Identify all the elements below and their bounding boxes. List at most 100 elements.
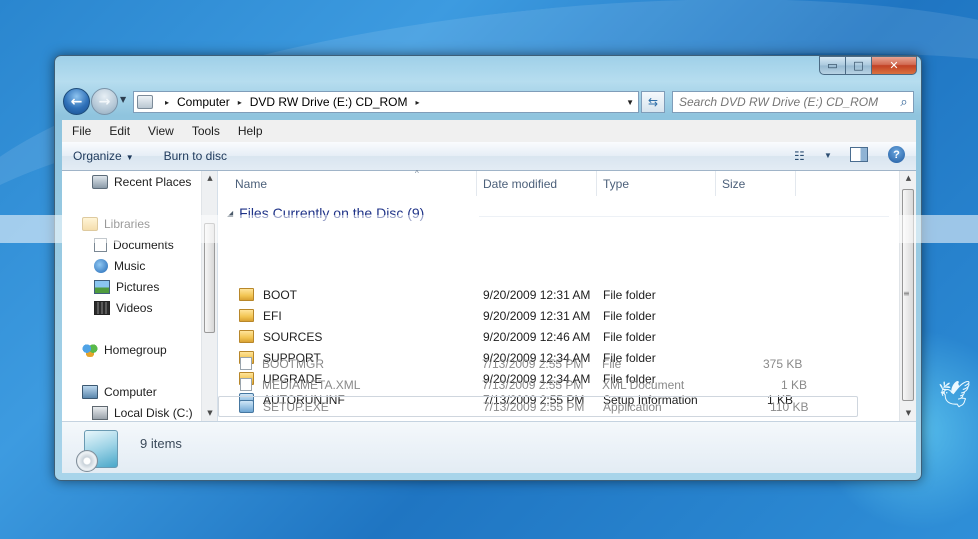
burn-to-disc-button[interactable]: Burn to disc — [164, 149, 227, 163]
menu-file[interactable]: File — [62, 124, 99, 138]
minimize-button[interactable]: ▭ — [819, 56, 846, 75]
file-list-scrollbar[interactable]: ▲ ≡ ▼ — [899, 171, 916, 421]
file-type: File folder — [603, 309, 656, 323]
folder-icon — [239, 330, 254, 343]
sort-ascending-icon: ^ — [415, 169, 419, 178]
file-row[interactable]: EFI 9/20/2009 12:31 AM File folder — [219, 306, 859, 327]
nav-item-videos[interactable]: Videos — [94, 301, 152, 315]
view-options-dropdown-icon[interactable]: ▼ — [824, 151, 832, 160]
file-row[interactable]: BOOT 9/20/2009 12:31 AM File folder — [219, 285, 859, 306]
file-icon — [240, 378, 252, 391]
column-header-name[interactable]: Name ^ — [219, 169, 477, 196]
scroll-down-icon[interactable]: ▼ — [202, 409, 218, 417]
file-row[interactable]: SOURCES 9/20/2009 12:46 AM File folder — [219, 327, 859, 348]
disc-icon — [76, 450, 98, 472]
breadcrumb-separator[interactable]: ▸ — [165, 98, 169, 107]
back-button[interactable]: ← — [63, 88, 90, 115]
scroll-up-icon[interactable]: ▲ — [202, 174, 218, 182]
refresh-button[interactable]: ⇆ — [641, 91, 665, 113]
menu-help[interactable]: Help — [228, 124, 271, 138]
file-row[interactable]: BOOTMGR 7/13/2009 2:55 PM File 375 KB — [218, 354, 858, 375]
nav-item-computer[interactable]: Computer — [82, 385, 157, 399]
file-name: BOOTMGR — [262, 357, 324, 371]
nav-item-label: Recent Places — [114, 175, 192, 189]
help-icon[interactable]: ? — [888, 146, 905, 163]
libraries-icon — [82, 217, 98, 231]
breadcrumb-separator[interactable]: ▸ — [238, 98, 242, 107]
preview-pane-icon[interactable] — [850, 147, 868, 162]
organize-button[interactable]: Organize ▼ — [73, 149, 134, 163]
nav-pane-scrollbar[interactable]: ▲ ▼ — [201, 171, 217, 421]
nav-item-label: Pictures — [116, 280, 160, 294]
file-icon — [240, 357, 252, 370]
column-header-size[interactable]: Size — [716, 171, 796, 196]
menu-edit[interactable]: Edit — [99, 124, 138, 138]
nav-item-label: Homegroup — [104, 343, 167, 357]
forward-button[interactable]: → — [91, 88, 118, 115]
address-dropdown-icon[interactable]: ▼ — [626, 98, 634, 107]
nav-item-label: Local Disk (C:) — [114, 406, 193, 420]
homegroup-icon — [82, 343, 98, 357]
nav-item-label: Videos — [116, 301, 153, 315]
navigation-pane: Recent Places Libraries Documents Music … — [62, 171, 218, 421]
address-bar[interactable]: ▸ Computer ▸ DVD RW Drive (E:) CD_ROM ▸ … — [133, 91, 639, 113]
nav-item-libraries[interactable]: Libraries — [82, 217, 150, 231]
folder-icon — [239, 288, 254, 301]
search-box[interactable]: ⌕ — [672, 91, 914, 113]
file-date: 7/13/2009 2:55 PM — [482, 357, 584, 371]
file-type: File folder — [603, 288, 656, 302]
setup-exe-icon — [239, 400, 254, 413]
nav-item-homegroup[interactable]: Homegroup — [82, 343, 167, 357]
scrollbar-thumb[interactable] — [204, 223, 215, 333]
chevron-down-icon: ▼ — [125, 153, 134, 162]
collapse-group-icon[interactable]: ◢ — [227, 209, 233, 218]
column-header-date[interactable]: Date modified — [477, 171, 597, 196]
nav-item-recent-places[interactable]: Recent Places — [92, 175, 191, 189]
folder-icon — [239, 309, 254, 322]
nav-item-local-disk[interactable]: Local Disk (C:) — [92, 406, 193, 420]
maximize-button[interactable]: □ — [846, 56, 872, 75]
documents-icon — [94, 238, 107, 252]
arrow-right-icon: → — [98, 93, 111, 110]
column-header-type[interactable]: Type — [597, 171, 716, 196]
nav-item-documents[interactable]: Documents — [94, 238, 174, 252]
breadcrumb-dvd-drive[interactable]: DVD RW Drive (E:) CD_ROM — [250, 95, 408, 109]
scroll-down-icon[interactable]: ▼ — [900, 409, 917, 417]
computer-icon — [82, 385, 98, 399]
breadcrumb-computer[interactable]: Computer — [177, 95, 230, 109]
file-row[interactable]: MEDIAMETA.XML 7/13/2009 2:55 PM XML Docu… — [218, 375, 858, 396]
search-input[interactable] — [673, 92, 895, 112]
change-view-icon[interactable]: ☷ — [794, 149, 805, 163]
file-date: 9/20/2009 12:31 AM — [483, 288, 591, 302]
file-name: EFI — [263, 309, 282, 323]
breadcrumb-separator[interactable]: ▸ — [416, 98, 420, 107]
group-header[interactable]: ◢ Files Currently on the Disc (9) — [227, 205, 424, 221]
file-list-continued: BOOTMGR 7/13/2009 2:55 PM File 375 KB ME… — [218, 354, 858, 424]
column-header-label: Type — [603, 176, 630, 191]
file-type: File folder — [603, 330, 656, 344]
search-icon[interactable]: ⌕ — [895, 95, 913, 110]
nav-item-music[interactable]: Music — [94, 259, 145, 273]
column-header-label: Size — [722, 176, 746, 191]
item-count: 9 items — [140, 436, 182, 451]
nav-item-pictures[interactable]: Pictures — [94, 280, 159, 294]
organize-label: Organize — [73, 149, 122, 163]
group-divider — [479, 216, 889, 217]
refresh-icon: ⇆ — [647, 95, 659, 109]
recent-pages-dropdown[interactable]: ▼ — [120, 95, 126, 104]
file-size: 1 KB — [781, 378, 808, 392]
scroll-up-icon[interactable]: ▲ — [900, 174, 917, 182]
file-type: Application — [603, 400, 662, 414]
file-row[interactable]: SETUP.EXE 7/13/2009 2:55 PM Application … — [218, 396, 858, 417]
command-bar: Organize ▼ Burn to disc ☷ ▼ ? — [62, 142, 916, 171]
arrow-left-icon: ← — [70, 93, 83, 110]
drive-icon — [137, 95, 153, 109]
column-header-label: Name — [235, 176, 268, 191]
file-type: File — [602, 357, 622, 371]
file-name: SOURCES — [263, 330, 323, 344]
menu-tools[interactable]: Tools — [182, 124, 228, 138]
file-date: 9/20/2009 12:31 AM — [483, 309, 591, 323]
close-button[interactable]: ✕ — [872, 56, 917, 75]
menu-view[interactable]: View — [138, 124, 182, 138]
file-date: 9/20/2009 12:46 AM — [483, 330, 591, 344]
